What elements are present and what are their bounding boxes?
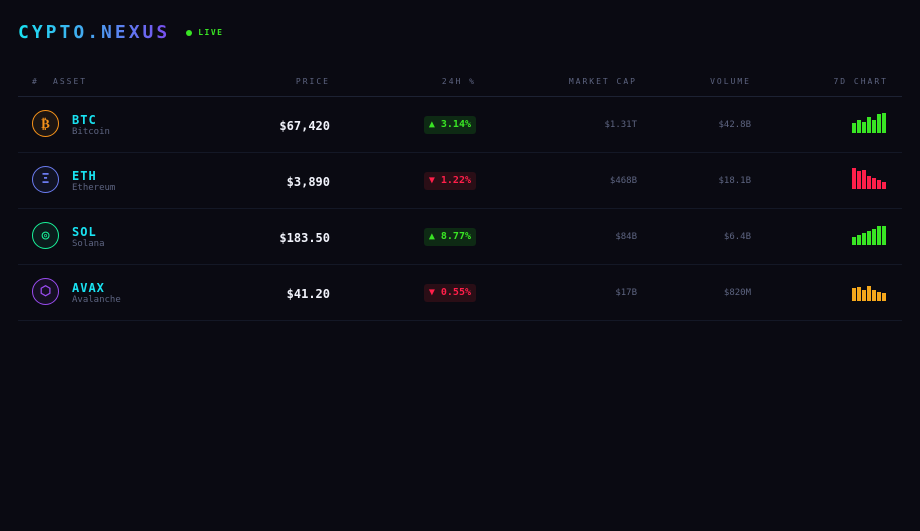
asset-symbol: ETH — [72, 169, 97, 183]
sparkline-bar — [857, 119, 861, 133]
sparkline-bar — [882, 225, 886, 245]
sparkline-bar — [857, 171, 861, 189]
sparkline-chart — [852, 223, 888, 245]
column-header-chart: 7D CHART — [833, 77, 888, 86]
sparkline-bar — [882, 113, 886, 133]
sparkline-bar — [857, 235, 861, 245]
sparkline-bar — [862, 290, 866, 301]
sparkline-bar — [867, 175, 871, 189]
sparkline-bar — [862, 232, 866, 245]
column-header-market-cap[interactable]: MARKET CAP — [569, 77, 637, 86]
change-badge: ▲ 8.77% — [423, 228, 476, 246]
column-header-asset[interactable]: ASSET — [53, 77, 87, 86]
sparkline-bar — [867, 116, 871, 133]
change-badge: ▲ 3.14% — [423, 116, 476, 134]
sparkline-bar — [862, 122, 866, 133]
bitcoin-icon: ₿ — [32, 110, 59, 137]
sparkline-bar — [877, 292, 881, 301]
sparkline-bar — [877, 226, 881, 245]
solana-icon: ◎ — [32, 222, 59, 249]
sparkline-bar — [872, 228, 876, 245]
ethereum-icon: Ξ — [32, 166, 59, 193]
live-dot-icon — [186, 29, 193, 36]
sparkline-bar — [882, 293, 886, 301]
volume-value: $18.1B — [718, 176, 751, 186]
sparkline-bar — [872, 178, 876, 189]
market-cap-value: $84B — [615, 232, 637, 242]
table-row[interactable]: ⬡ AVAX Avalanche $41.20 ▼ 0.55% $17B $820M — [18, 265, 902, 321]
sparkline-bar — [852, 168, 856, 189]
column-header-change[interactable]: 24H % — [442, 77, 476, 86]
table-body: ₿ BTC Bitcoin $67,420 ▲ 3.14% $1.31T $42.8B Ξ ET… — [18, 97, 902, 321]
live-indicator: LIVE — [186, 28, 223, 37]
asset-price: $67,420 — [279, 119, 330, 133]
sparkline-bar — [862, 170, 866, 189]
avalanche-icon: ⬡ — [32, 278, 59, 305]
asset-name: Ethereum — [72, 183, 116, 193]
asset-symbol: BTC — [72, 113, 97, 127]
change-badge: ▼ 1.22% — [423, 172, 476, 190]
sparkline-bar — [852, 123, 856, 133]
asset-name: Bitcoin — [72, 127, 110, 137]
column-header-index: # — [32, 77, 39, 86]
sparkline-bar — [872, 290, 876, 301]
sparkline-bar — [857, 286, 861, 301]
sparkline-bar — [877, 180, 881, 189]
market-cap-value: $468B — [609, 176, 637, 186]
market-cap-value: $17B — [615, 288, 637, 298]
app-logo: CYPTO.NEXUS — [18, 22, 171, 43]
asset-table: # ASSET PRICE 24H % MARKET CAP VOLUME 7D… — [18, 70, 902, 321]
sparkline-chart — [852, 279, 888, 301]
sparkline-chart — [852, 167, 888, 189]
asset-name: Solana — [72, 239, 105, 249]
sparkline-bar — [867, 285, 871, 301]
asset-symbol: AVAX — [72, 281, 105, 295]
asset-price: $41.20 — [286, 287, 330, 301]
table-row[interactable]: ₿ BTC Bitcoin $67,420 ▲ 3.14% $1.31T $42.8B — [18, 97, 902, 153]
column-header-volume[interactable]: VOLUME — [710, 77, 751, 86]
table-row[interactable]: Ξ ETH Ethereum $3,890 ▼ 1.22% $468B $18.1B — [18, 153, 902, 209]
asset-price: $3,890 — [286, 175, 330, 189]
table-row[interactable]: ◎ SOL Solana $183.50 ▲ 8.77% $84B $6.4B — [18, 209, 902, 265]
sparkline-chart — [852, 111, 888, 133]
table-header: # ASSET PRICE 24H % MARKET CAP VOLUME 7D… — [18, 70, 902, 97]
volume-value: $6.4B — [723, 232, 751, 242]
sparkline-bar — [872, 119, 876, 133]
sparkline-bar — [852, 287, 856, 301]
sparkline-bar — [852, 237, 856, 245]
asset-price: $183.50 — [279, 231, 330, 245]
sparkline-bar — [882, 182, 886, 189]
volume-value: $42.8B — [718, 120, 751, 130]
volume-value: $820M — [723, 288, 751, 298]
asset-symbol: SOL — [72, 225, 97, 239]
market-cap-value: $1.31T — [604, 120, 637, 130]
sparkline-bar — [867, 230, 871, 245]
column-header-price[interactable]: PRICE — [296, 77, 330, 86]
asset-name: Avalanche — [72, 295, 121, 305]
sparkline-bar — [877, 114, 881, 133]
live-status-label: LIVE — [198, 28, 224, 37]
change-badge: ▼ 0.55% — [423, 284, 476, 302]
app-header: CYPTO.NEXUS LIVE — [18, 22, 223, 43]
